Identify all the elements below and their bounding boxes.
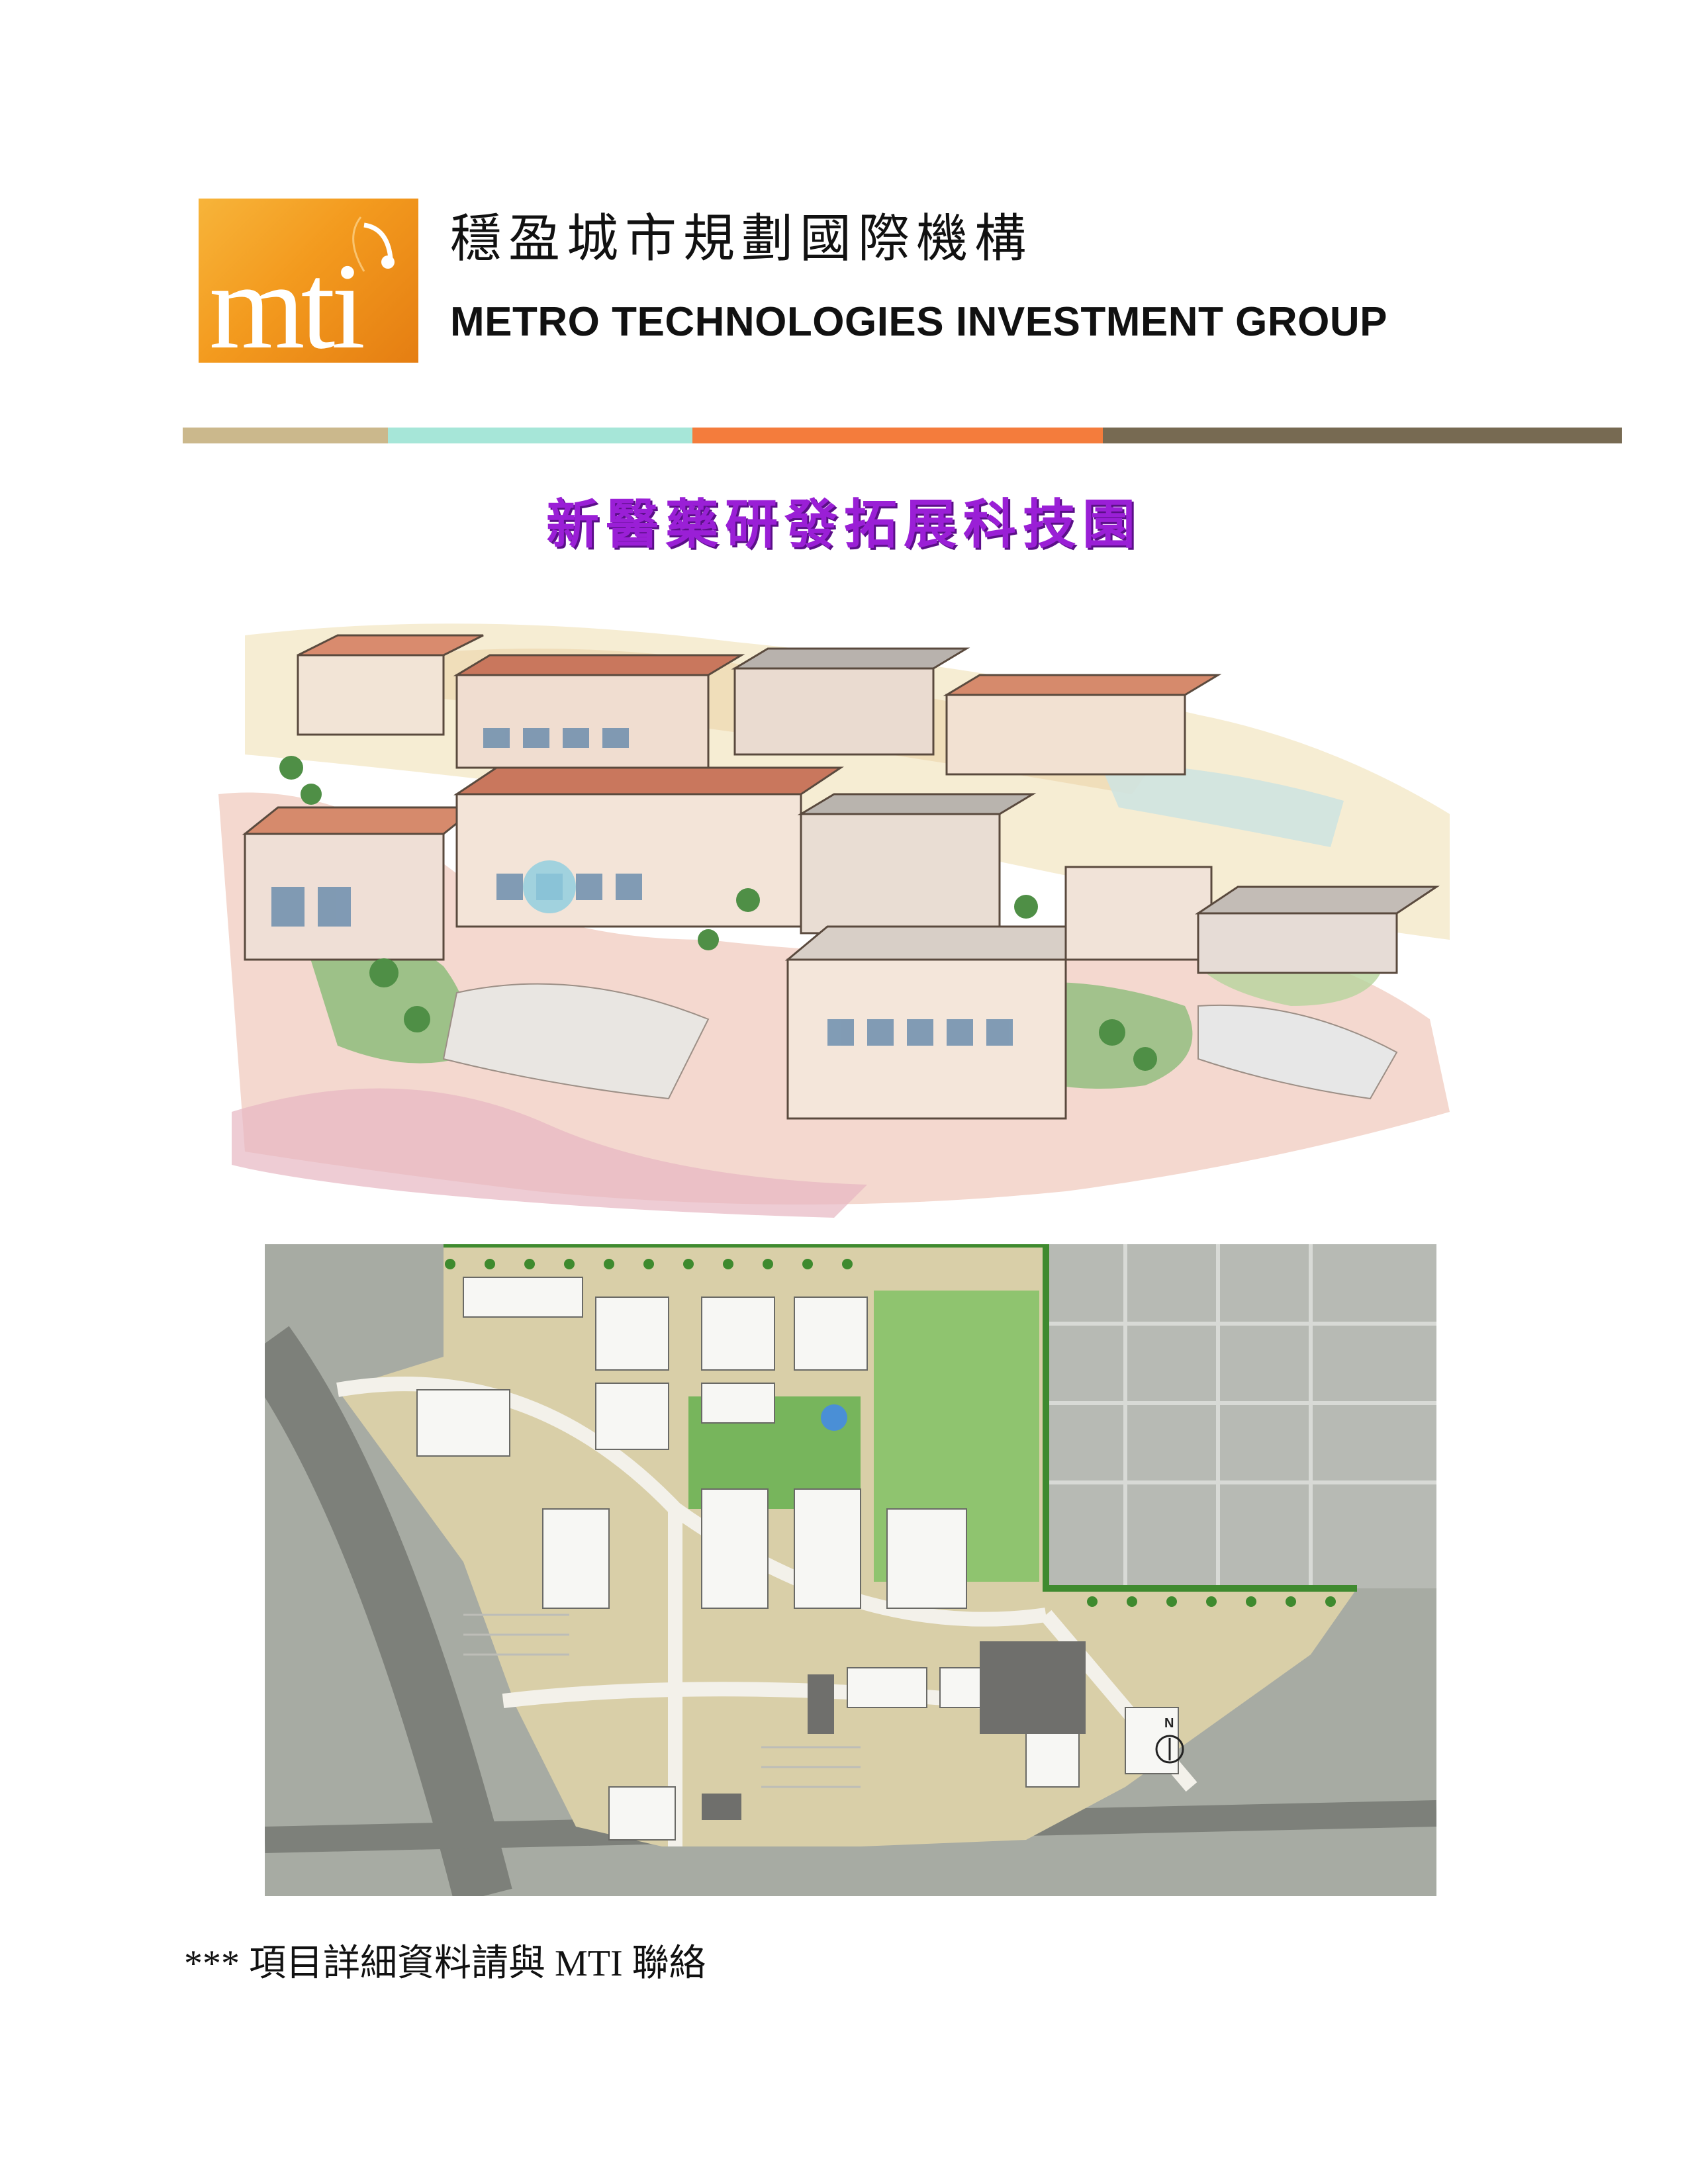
divider-segment-brown xyxy=(1103,428,1622,443)
aerial-rendering xyxy=(205,596,1463,1224)
divider-segment-tan xyxy=(183,428,388,443)
logo-text: mti xyxy=(209,238,365,363)
org-name-chinese: 穩盈城市規劃國際機構 xyxy=(450,209,1033,269)
divider-segment-teal xyxy=(388,428,692,443)
mti-logo: mti xyxy=(199,199,418,363)
divider-segment-orange xyxy=(692,428,1103,443)
color-divider xyxy=(183,428,1622,443)
site-plan: N xyxy=(265,1244,1436,1896)
north-label: N xyxy=(1164,1716,1174,1731)
footer-note: *** 項目詳細資料請與 MTI 聯絡 xyxy=(184,1943,706,1984)
project-title: 新醫藥研發拓展科技園 xyxy=(546,495,1142,554)
site-plan-graphic: N xyxy=(265,1244,1436,1896)
org-name-english: METRO TECHNOLOGIES INVESTMENT GROUP xyxy=(450,299,1388,345)
